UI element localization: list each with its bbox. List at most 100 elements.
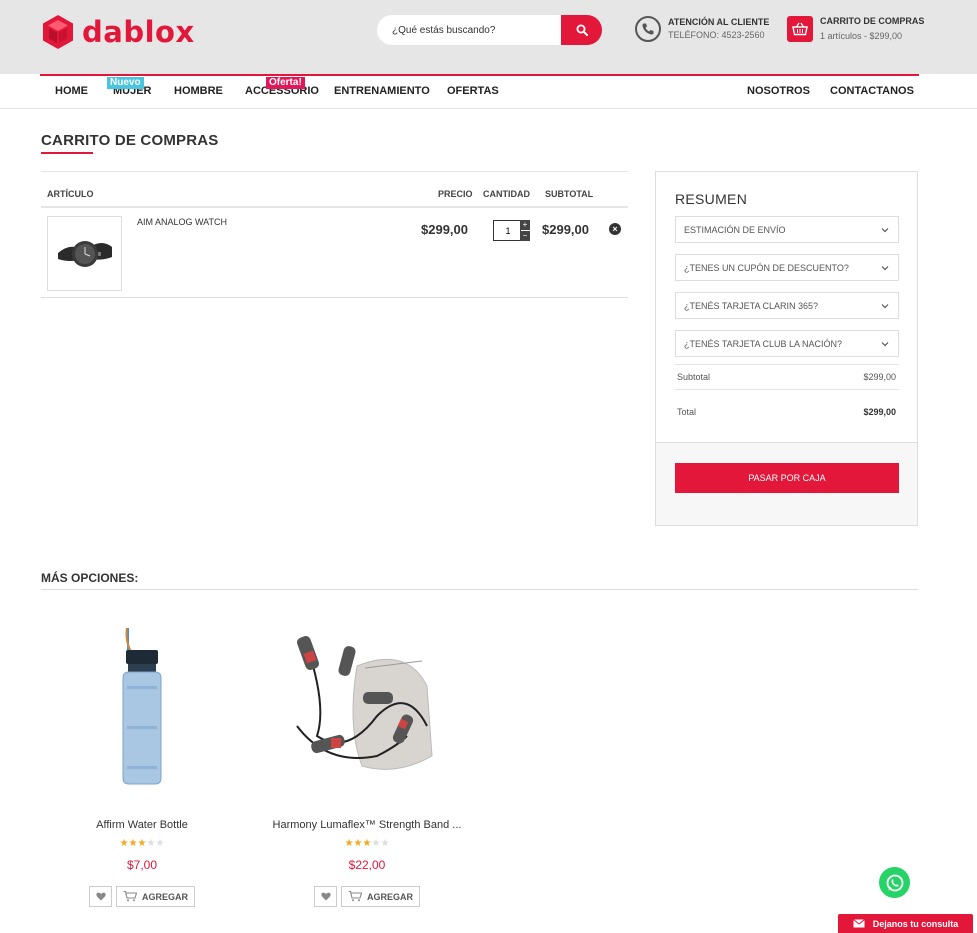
subtotal-label: Subtotal <box>677 372 711 382</box>
whatsapp-icon <box>886 874 903 891</box>
customer-support: ATENCIÓN AL CLIENTE TELÉFONO: 4523-2560 <box>635 16 769 42</box>
envelope-icon <box>852 919 865 928</box>
nav-accent-line <box>40 74 919 76</box>
add-to-cart-button[interactable]: AGREGAR <box>341 886 420 907</box>
logo-text: dablox <box>82 15 195 49</box>
star-icon: ★ <box>380 838 390 849</box>
cart-item-name[interactable]: AIM ANALOG WATCH <box>137 217 227 227</box>
quantity-stepper: + − <box>493 220 530 241</box>
header-item: ARTÍCULO <box>47 189 94 199</box>
mini-cart-summary: 1 artículos - $299,00 <box>820 31 903 41</box>
search-bar <box>377 15 602 45</box>
cart-item-price: $299,00 <box>421 222 468 237</box>
cart-icon <box>348 891 362 902</box>
mini-cart[interactable]: CARRITO DE COMPRAS 1 artículos - $299,00 <box>787 16 924 43</box>
star-rating: ★★★★★ <box>42 838 242 849</box>
jump-rope-image[interactable] <box>267 608 467 803</box>
checkout-button[interactable]: PASAR POR CAJA <box>675 463 899 493</box>
accordion-clarin[interactable]: ¿TENÉS TARJETA CLARIN 365? <box>675 292 899 319</box>
wishlist-button[interactable] <box>89 886 112 907</box>
star-icon: ★ <box>128 838 138 849</box>
product-card: Harmony Lumaflex™ Strength Band ... ★★★★… <box>267 608 467 908</box>
total-label: Total <box>677 407 697 417</box>
heart-icon <box>320 892 331 901</box>
nav-item-ofertas[interactable]: OFERTAS <box>447 85 499 97</box>
accordion-label: ESTIMACIÓN DE ENVÍO <box>684 225 786 235</box>
summary-title: RESUMEN <box>675 191 748 207</box>
star-icon: ★ <box>344 838 354 849</box>
chevron-down-icon <box>881 304 889 309</box>
nav-item-accessorio[interactable]: Oferta! ACCESSORIO <box>245 77 319 97</box>
remove-item-icon[interactable]: × <box>609 223 621 235</box>
page-title: CARRITO DE COMPRAS <box>41 132 219 149</box>
accordion-club-nacion[interactable]: ¿TENÉS TARJETA CLUB LA NACIÓN? <box>675 330 899 357</box>
header-qty: CANTIDAD <box>483 189 530 199</box>
cart-icon <box>123 891 137 902</box>
search-icon <box>576 24 588 36</box>
chevron-down-icon <box>881 228 889 233</box>
wishlist-button[interactable] <box>314 886 337 907</box>
divider <box>41 206 628 208</box>
support-phone: TELÉFONO: 4523-2560 <box>668 30 765 40</box>
accordion-label: ¿TENES UN CUPÓN DE DESCUENTO? <box>684 263 849 273</box>
divider <box>41 297 628 298</box>
order-summary: RESUMEN ESTIMACIÓN DE ENVÍO ¿TENES UN CU… <box>655 171 918 526</box>
search-button[interactable] <box>561 15 602 45</box>
basket-icon <box>787 16 813 42</box>
summary-panel: RESUMEN ESTIMACIÓN DE ENVÍO ¿TENES UN CU… <box>656 172 917 443</box>
divider <box>675 364 899 365</box>
accordion-coupon[interactable]: ¿TENES UN CUPÓN DE DESCUENTO? <box>675 254 899 281</box>
add-to-cart-button[interactable]: AGREGAR <box>116 886 195 907</box>
nav-item-home[interactable]: HOME <box>55 85 88 97</box>
nav-item-entrenamiento[interactable]: ENTRENAMIENTO <box>334 85 430 97</box>
quantity-decrease-button[interactable]: − <box>520 231 530 241</box>
header-price: PRECIO <box>438 189 473 199</box>
accordion-label: ¿TENÉS TARJETA CLARIN 365? <box>684 301 819 311</box>
water-bottle-image[interactable] <box>42 608 242 803</box>
product-name[interactable]: Affirm Water Bottle <box>42 819 242 831</box>
watch-image[interactable] <box>47 216 122 291</box>
top-header: dablox ATENCIÓN AL CLIENTE TELÉFONO: 452… <box>0 0 977 76</box>
badge-new: Nuevo <box>107 77 144 89</box>
star-icon: ★ <box>353 838 363 849</box>
add-to-cart-label: AGREGAR <box>141 891 188 902</box>
divider <box>675 389 899 390</box>
contact-chat-label: Dejanos tu consulta <box>872 918 959 929</box>
support-title: ATENCIÓN AL CLIENTE <box>668 17 770 27</box>
contact-chat-button[interactable]: Dejanos tu consulta <box>838 914 973 933</box>
product-card: Affirm Water Bottle ★★★★★ $7,00 AGREGAR <box>42 608 242 908</box>
nav-item-mujer[interactable]: Nuevo MUJER <box>107 77 152 97</box>
whatsapp-button[interactable] <box>879 867 910 898</box>
more-options-title: MÁS OPCIONES: <box>41 571 139 585</box>
product-name[interactable]: Harmony Lumaflex™ Strength Band ... <box>267 819 467 831</box>
total-value: $299,00 <box>863 407 896 417</box>
search-input[interactable] <box>377 15 577 45</box>
logo-cube-icon <box>43 15 73 49</box>
heart-icon <box>95 892 106 901</box>
badge-offer: Oferta! <box>266 77 305 89</box>
divider <box>41 589 918 590</box>
divider <box>41 171 628 172</box>
chevron-down-icon <box>881 266 889 271</box>
accordion-shipping[interactable]: ESTIMACIÓN DE ENVÍO <box>675 216 899 243</box>
star-icon: ★ <box>155 838 165 849</box>
nav-item-hombre[interactable]: HOMBRE <box>174 85 223 97</box>
accordion-label: ¿TENÉS TARJETA CLUB LA NACIÓN? <box>684 339 843 349</box>
product-price: $22,00 <box>348 858 386 872</box>
mini-cart-title: CARRITO DE COMPRAS <box>820 16 925 26</box>
quantity-increase-button[interactable]: + <box>520 220 530 230</box>
quantity-input[interactable] <box>493 220 521 241</box>
nav-item-contactanos[interactable]: CONTACTANOS <box>830 85 914 97</box>
add-to-cart-label: AGREGAR <box>366 891 413 902</box>
star-rating: ★★★★★ <box>267 838 467 849</box>
main-navigation: HOME Nuevo MUJER HOMBRE Oferta! ACCESSOR… <box>0 74 977 109</box>
header-subtotal: SUBTOTAL <box>545 189 594 199</box>
title-underline <box>41 152 93 154</box>
nav-item-nosotros[interactable]: NOSOTROS <box>747 85 810 97</box>
star-icon: ★ <box>119 838 129 849</box>
logo[interactable]: dablox <box>41 14 195 50</box>
subtotal-value: $299,00 <box>863 372 896 382</box>
product-price: $7,00 <box>126 858 158 872</box>
cart-item-subtotal: $299,00 <box>542 222 589 237</box>
chevron-down-icon <box>881 342 889 347</box>
